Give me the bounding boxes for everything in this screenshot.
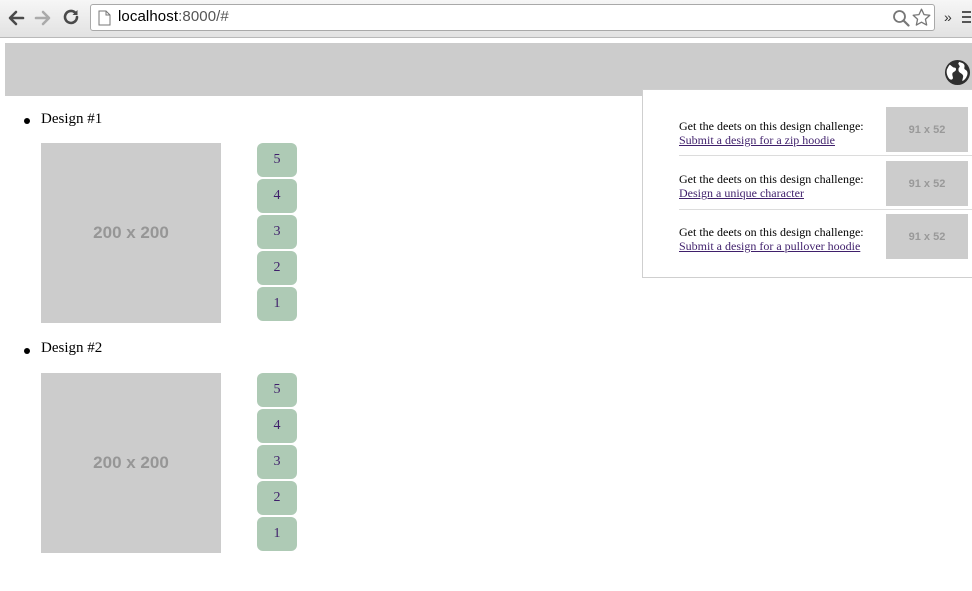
- challenge-item: Get the deets on this design challenge: …: [679, 214, 972, 267]
- extensions-overflow-button[interactable]: »: [944, 9, 952, 25]
- list-bullet: [24, 348, 30, 354]
- divider: [679, 209, 972, 210]
- url-text[interactable]: localhost:8000/#: [118, 8, 229, 25]
- design-image: 200 x 200: [41, 143, 221, 323]
- address-bar[interactable]: localhost:8000/#: [90, 4, 935, 31]
- zoom-icon[interactable]: [892, 9, 910, 27]
- reload-button[interactable]: [60, 7, 82, 29]
- globe-icon[interactable]: [944, 59, 971, 86]
- design-title: Design #1: [41, 111, 103, 127]
- challenge-item: Get the deets on this design challenge: …: [679, 107, 972, 160]
- menu-icon[interactable]: [962, 11, 972, 25]
- page-icon: [98, 10, 111, 26]
- vote-button-4[interactable]: 4: [257, 409, 297, 443]
- challenge-text: Get the deets on this design challenge:: [679, 225, 864, 239]
- vote-button-5[interactable]: 5: [257, 143, 297, 177]
- challenge-thumbnail: 91 x 52: [886, 107, 968, 152]
- vote-button-3[interactable]: 3: [257, 215, 297, 249]
- list-bullet: [24, 118, 30, 124]
- challenge-text: Get the deets on this design challenge:: [679, 172, 864, 186]
- back-button[interactable]: [5, 7, 27, 29]
- challenge-item: Get the deets on this design challenge: …: [679, 161, 972, 214]
- vote-button-2[interactable]: 2: [257, 251, 297, 285]
- vote-button-3[interactable]: 3: [257, 445, 297, 479]
- vote-button-2[interactable]: 2: [257, 481, 297, 515]
- challenge-link[interactable]: Submit a design for a pullover hoodie: [679, 239, 860, 253]
- url-host: localhost: [118, 8, 179, 25]
- vote-button-1[interactable]: 1: [257, 287, 297, 321]
- challenge-thumbnail: 91 x 52: [886, 161, 968, 206]
- challenge-thumbnail: 91 x 52: [886, 214, 968, 259]
- challenge-text: Get the deets on this design challenge:: [679, 119, 864, 133]
- forward-arrow-icon: [34, 10, 51, 26]
- vote-button-4[interactable]: 4: [257, 179, 297, 213]
- divider: [679, 155, 972, 156]
- vote-button-1[interactable]: 1: [257, 517, 297, 551]
- challenge-link[interactable]: Design a unique character: [679, 186, 804, 200]
- reload-icon: [63, 9, 79, 25]
- design-title: Design #2: [41, 340, 103, 356]
- back-arrow-icon: [8, 10, 25, 26]
- challenge-link[interactable]: Submit a design for a zip hoodie: [679, 133, 835, 147]
- forward-button[interactable]: [32, 7, 54, 29]
- star-icon[interactable]: [911, 7, 932, 28]
- url-path: :8000/#: [178, 8, 229, 25]
- browser-toolbar: localhost:8000/# »: [0, 0, 972, 38]
- challenges-dropdown: Get the deets on this design challenge: …: [642, 89, 972, 278]
- design-image: 200 x 200: [41, 373, 221, 553]
- vote-button-5[interactable]: 5: [257, 373, 297, 407]
